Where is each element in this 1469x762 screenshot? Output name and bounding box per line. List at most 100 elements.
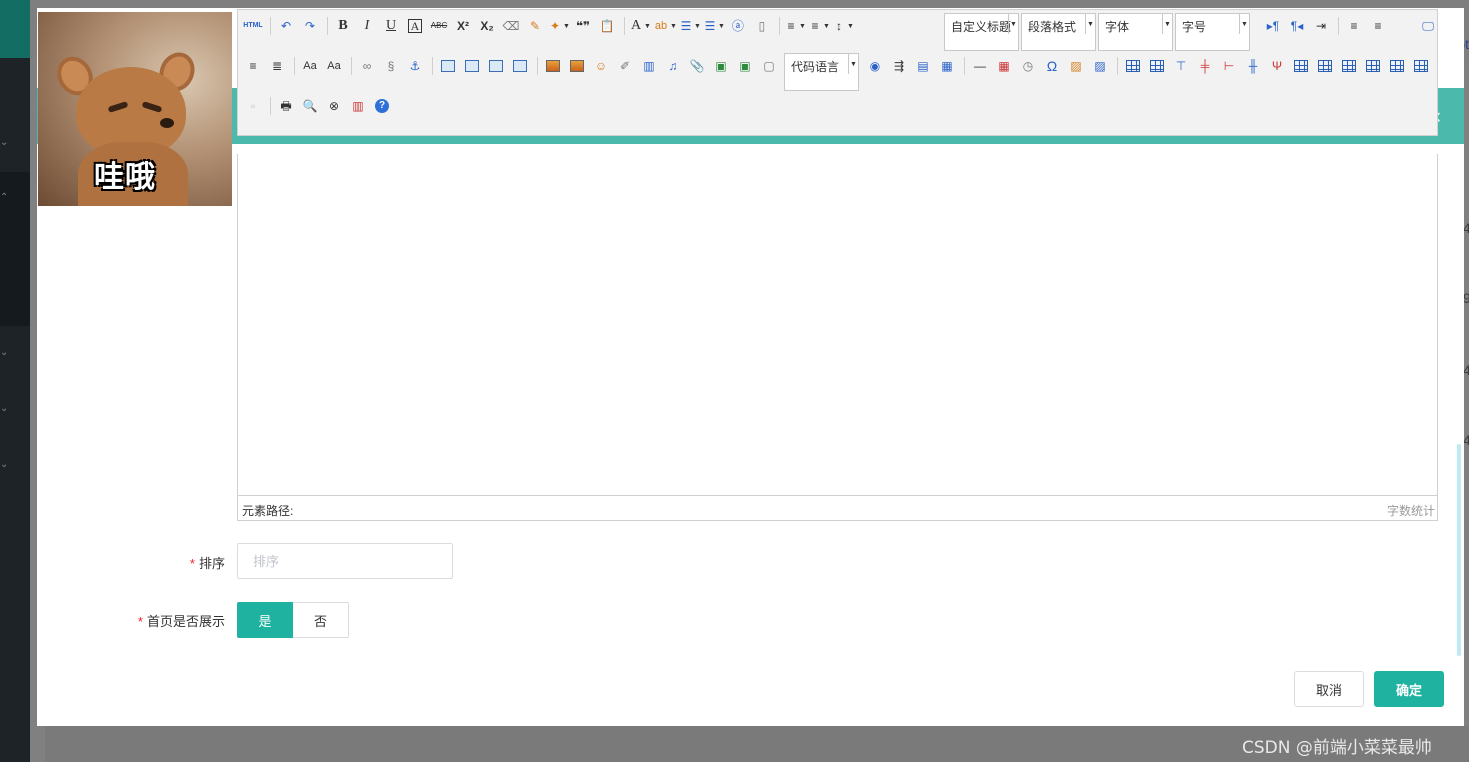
autotypeset-button[interactable]: ✦ ▼ xyxy=(548,15,570,37)
direction-rtl-button[interactable]: ¶◂ xyxy=(1286,15,1308,37)
charts-button[interactable]: ▫ xyxy=(242,95,264,117)
image-right-button[interactable] xyxy=(485,55,507,77)
insert-row-button[interactable]: ╪ xyxy=(1194,55,1216,77)
paragraph-format-select[interactable]: 段落格式 ▼ xyxy=(1021,13,1096,51)
custom-title-select[interactable]: 自定义标题 ▼ xyxy=(944,13,1019,51)
tolowercase-button[interactable]: Aa xyxy=(323,55,345,77)
template-list-button[interactable]: ▦ xyxy=(936,55,958,77)
image-left-button[interactable] xyxy=(461,55,483,77)
touppercase-button[interactable]: Aa xyxy=(299,55,321,77)
special-chars-button[interactable]: Ω xyxy=(1041,55,1063,77)
background-button[interactable]: ▤ xyxy=(912,55,934,77)
preview-button[interactable]: 🔍 xyxy=(299,95,321,117)
row-spacing-bottom-button[interactable]: ≡ ▼ xyxy=(808,15,830,37)
format-match-button[interactable]: ✎ xyxy=(524,15,546,37)
link-button[interactable]: ∞ xyxy=(356,55,378,77)
back-color-button[interactable]: ab ▼ xyxy=(653,15,677,37)
search-replace-button[interactable]: ⊗ xyxy=(323,95,345,117)
help-button[interactable]: ? xyxy=(371,95,393,117)
searchreplace-word-button[interactable]: ▨ xyxy=(1089,55,1111,77)
insert-frame-button[interactable]: ▣ xyxy=(710,55,732,77)
code-language-select[interactable]: 代码语言 ▼ xyxy=(784,53,859,91)
insert-code-button[interactable]: ▣ xyxy=(734,55,756,77)
date-button[interactable]: ▦ xyxy=(993,55,1015,77)
font-size-select[interactable]: 字号 ▼ xyxy=(1175,13,1250,51)
print-button[interactable]: 🖶 xyxy=(275,95,297,117)
pagebreak-button[interactable]: ⇶ xyxy=(888,55,910,77)
image-upload-icon xyxy=(546,60,560,72)
sort-input[interactable] xyxy=(237,543,453,579)
strikethrough-button[interactable]: ABC xyxy=(428,15,450,37)
cancel-button[interactable]: 取消 xyxy=(1294,671,1364,707)
delete-col-button[interactable]: Ψ xyxy=(1266,55,1288,77)
font-border-button[interactable]: A xyxy=(404,15,426,37)
frame-icon: ▣ xyxy=(715,59,727,73)
select-all-button[interactable]: ⓐ xyxy=(727,15,749,37)
delete-row-button[interactable]: ⊢ xyxy=(1218,55,1240,77)
drafts-button[interactable]: ▥ xyxy=(347,95,369,117)
merge-cells-button[interactable] xyxy=(1290,55,1312,77)
unlink-button[interactable]: § xyxy=(380,55,402,77)
wordimage-icon: ▨ xyxy=(1070,59,1082,73)
simple-upload-button[interactable] xyxy=(542,55,564,77)
horizontal-rule-button[interactable]: — xyxy=(969,55,991,77)
row-spacing-top-button[interactable]: ≡ ▼ xyxy=(784,15,806,37)
merge-down-button[interactable] xyxy=(1338,55,1360,77)
html-source-button[interactable]: HTML xyxy=(242,15,264,37)
direction-ltr-button[interactable]: ▸¶ xyxy=(1262,15,1284,37)
merge-right-button[interactable] xyxy=(1314,55,1336,77)
insert-image-button[interactable] xyxy=(566,55,588,77)
split-to-cols-button[interactable] xyxy=(1410,55,1432,77)
image-center-button[interactable] xyxy=(509,55,531,77)
blockquote-button[interactable]: ❝❞ xyxy=(572,15,594,37)
delete-table-button[interactable] xyxy=(1146,55,1168,77)
attachment-button[interactable]: 📎 xyxy=(686,55,708,77)
merge-cells-icon xyxy=(1294,60,1308,72)
font-family-select[interactable]: 字体 ▼ xyxy=(1098,13,1173,51)
chevron-down-icon: ⌄ xyxy=(0,403,9,414)
subscript-button[interactable]: X₂ xyxy=(476,15,498,37)
ordered-list-button[interactable]: ☰ ▼ xyxy=(679,15,701,37)
insert-table-button[interactable] xyxy=(1122,55,1144,77)
emotion-button[interactable]: ☺ xyxy=(590,55,612,77)
confirm-button[interactable]: 确定 xyxy=(1374,671,1444,707)
insert-col-button[interactable]: ╫ xyxy=(1242,55,1264,77)
split-to-rows-button[interactable] xyxy=(1386,55,1408,77)
home-display-no-radio[interactable]: 否 xyxy=(293,602,349,638)
indent-button[interactable]: ⇥ xyxy=(1310,15,1332,37)
webapp-button[interactable]: ▢ xyxy=(758,55,780,77)
template-button[interactable]: ◉ xyxy=(864,55,886,77)
insert-paragraph-before-table-button[interactable]: ⊤ xyxy=(1170,55,1192,77)
dialog-scrollbar[interactable] xyxy=(1457,444,1461,656)
insert-video-button[interactable]: ▥ xyxy=(638,55,660,77)
paste-plain-button[interactable]: 📋 xyxy=(596,15,618,37)
anchor-button[interactable]: ⚓ xyxy=(404,55,426,77)
split-to-cells-button[interactable] xyxy=(1362,55,1384,77)
justify-left-button[interactable]: ≡ xyxy=(1343,15,1365,37)
remove-format-button[interactable]: ⌫ xyxy=(500,15,522,37)
home-display-yes-radio[interactable]: 是 xyxy=(237,602,293,638)
align-right-icon: ≡ xyxy=(249,59,257,73)
time-button[interactable]: ◷ xyxy=(1017,55,1039,77)
word-icon: ▨ xyxy=(1094,59,1106,73)
redo-button[interactable]: ↷ xyxy=(299,15,321,37)
fullscreen-button[interactable]: 🖵 xyxy=(1417,15,1439,37)
underline-button[interactable]: U xyxy=(380,15,402,37)
justify-right-button[interactable]: ≡ xyxy=(242,55,264,77)
clear-doc-button[interactable]: ▯ xyxy=(751,15,773,37)
line-height-button[interactable]: ↕ ▼ xyxy=(832,15,854,37)
scrawl-button[interactable]: ✐ xyxy=(614,55,636,77)
unordered-list-button[interactable]: ☰ ▼ xyxy=(703,15,725,37)
editor-content-area[interactable] xyxy=(237,154,1438,496)
ordered-list-icon: ☰ xyxy=(680,19,692,33)
italic-button[interactable]: I xyxy=(356,15,378,37)
music-button[interactable]: ♫ xyxy=(662,55,684,77)
undo-button[interactable]: ↶ xyxy=(275,15,297,37)
justify-center-button[interactable]: ≡ xyxy=(1367,15,1389,37)
wordimage-button[interactable]: ▨ xyxy=(1065,55,1087,77)
bold-button[interactable]: B xyxy=(332,15,354,37)
image-none-button[interactable] xyxy=(437,55,459,77)
justify-full-button[interactable]: ≣ xyxy=(266,55,288,77)
superscript-button[interactable]: X² xyxy=(452,15,474,37)
font-color-button[interactable]: A ▼ xyxy=(629,15,651,37)
